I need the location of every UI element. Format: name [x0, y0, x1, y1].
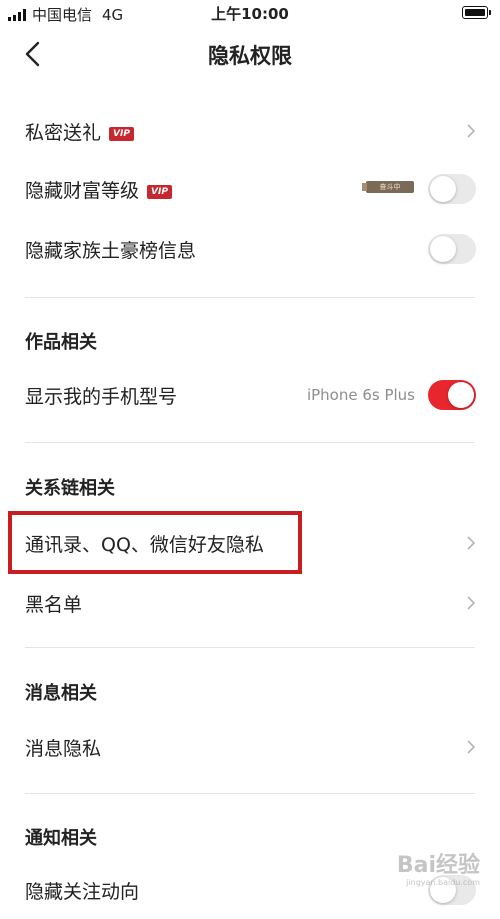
status-bar: 中国电信 4G 上午10:00 [0, 0, 500, 26]
hide-family-label: 隐藏家族土豪榜信息 [25, 240, 197, 262]
vip-badge: VIP [109, 126, 134, 141]
private-gift-row[interactable]: 私密送礼 VIP [0, 102, 500, 160]
nav-bar: 隐私权限 [0, 26, 500, 82]
vip-badge: VIP [147, 184, 172, 199]
section-messages: 消息相关 [25, 683, 97, 704]
divider [25, 647, 475, 648]
chevron-right-icon [467, 536, 476, 550]
hide-family-toggle[interactable] [428, 234, 476, 264]
show-phone-model-row: 显示我的手机型号 iPhone 6s Plus [0, 366, 500, 424]
divider [25, 442, 475, 443]
section-notifications: 通知相关 [25, 828, 97, 849]
hide-wealth-label: 隐藏财富等级 VIP [25, 176, 172, 203]
battery-icon [462, 6, 491, 19]
divider [25, 793, 475, 794]
hide-follow-label: 隐藏关注动向 [25, 881, 140, 903]
blacklist-row[interactable]: 黑名单 [0, 574, 500, 632]
watermark-url: jingyan.baidu.com [406, 878, 480, 887]
status-time: 上午10:00 [211, 5, 289, 23]
highlight-box [8, 511, 302, 574]
blacklist-label: 黑名单 [25, 594, 83, 616]
message-privacy-row[interactable]: 消息隐私 [0, 718, 500, 776]
hide-wealth-toggle[interactable] [428, 174, 476, 204]
watermark: Bai经验 [396, 853, 480, 878]
page-title: 隐私权限 [208, 44, 292, 68]
private-gift-label: 私密送礼 VIP [25, 118, 134, 145]
level-badge: 奋斗中 [362, 181, 414, 193]
chevron-right-icon [467, 740, 476, 754]
message-privacy-label: 消息隐私 [25, 738, 102, 760]
hide-family-row: 隐藏家族土豪榜信息 [0, 220, 500, 278]
chevron-right-icon [467, 596, 476, 610]
section-works: 作品相关 [25, 332, 97, 353]
show-phone-model-label: 显示我的手机型号 [25, 386, 178, 408]
divider [25, 297, 475, 298]
show-phone-model-toggle[interactable] [428, 380, 476, 410]
section-relations: 关系链相关 [25, 478, 115, 499]
phone-model-value: iPhone 6s Plus [306, 386, 415, 404]
hide-wealth-row: 隐藏财富等级 VIP 奋斗中 [0, 160, 500, 218]
chevron-right-icon [467, 124, 476, 138]
